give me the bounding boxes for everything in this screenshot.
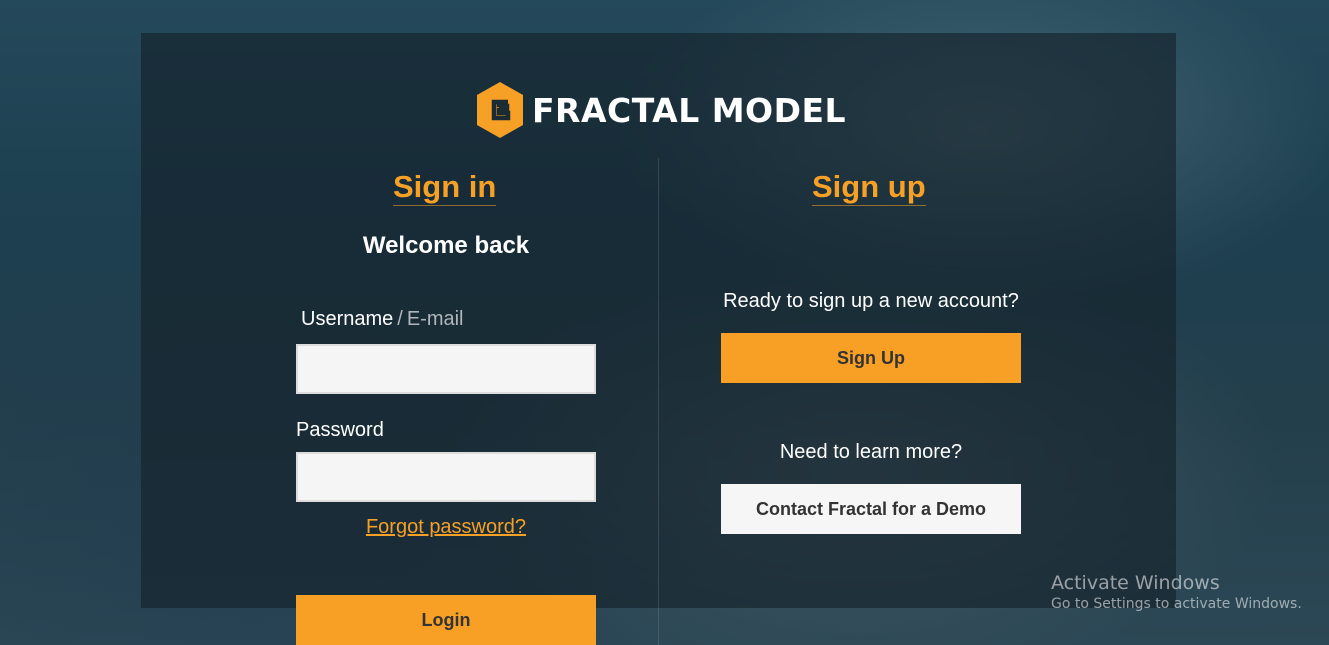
brand-logo: FRACTAL MODEL <box>474 80 846 140</box>
username-input[interactable] <box>296 344 596 394</box>
column-divider <box>658 158 659 645</box>
welcome-heading: Welcome back <box>362 232 530 259</box>
label-separator: / <box>397 308 403 330</box>
login-button[interactable]: Login <box>296 595 596 645</box>
forgot-password-link[interactable]: Forgot password? <box>296 516 596 539</box>
signup-prompt: Ready to sign up a new account? <box>723 290 1019 312</box>
password-label: Password <box>296 419 384 441</box>
watermark-subtitle: Go to Settings to activate Windows. <box>1051 596 1302 612</box>
password-input[interactable] <box>296 452 596 502</box>
learn-more-prompt: Need to learn more? <box>779 441 963 463</box>
tab-sign-up[interactable]: Sign up <box>812 170 926 206</box>
contact-demo-button[interactable]: Contact Fractal for a Demo <box>721 484 1021 534</box>
sign-up-button[interactable]: Sign Up <box>721 333 1021 383</box>
tab-sign-in[interactable]: Sign in <box>393 170 497 206</box>
username-label-text: Username <box>301 308 394 330</box>
email-label-text: E-mail <box>406 308 464 330</box>
activate-windows-watermark: Activate Windows Go to Settings to activ… <box>1051 572 1302 612</box>
hexagon-e-logo-icon <box>477 82 523 138</box>
brand-name: FRACTAL MODEL <box>532 90 847 130</box>
username-label: Username / E-mail <box>301 308 464 331</box>
watermark-title: Activate Windows <box>1051 572 1220 594</box>
